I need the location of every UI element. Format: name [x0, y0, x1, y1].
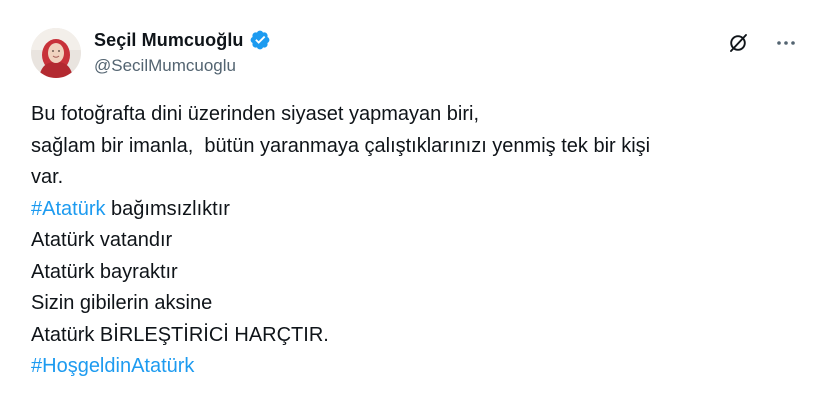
hashtag-link-hosgeldinataturk[interactable]: #HoşgeldinAtatürk — [31, 355, 194, 377]
tweet-line-7: Sizin gibilerin aksine — [31, 292, 213, 314]
verified-badge-icon — [249, 29, 271, 51]
tweet-line-3: var. — [31, 166, 64, 188]
tweet-line-5: Atatürk vatandır — [31, 229, 173, 251]
more-icon — [777, 41, 795, 45]
tweet-line-1: Bu fotoğrafta dini üzerinden siyaset yap… — [31, 103, 480, 125]
grok-icon — [730, 34, 747, 52]
grok-button[interactable] — [721, 26, 755, 60]
author-display-name[interactable]: Seçil Mumcuoğlu — [94, 30, 244, 51]
hashtag-link-ataturk[interactable]: #Atatürk — [31, 198, 105, 220]
tweet-line-6: Atatürk bayraktır — [31, 260, 178, 283]
author-handle[interactable]: @SecilMumcuoglu — [94, 56, 236, 76]
tweet-actions — [721, 26, 803, 60]
tweet-line-4: #Atatürk bağımsızlıktır — [31, 197, 230, 220]
more-button[interactable] — [769, 26, 803, 60]
tweet-line-8: Atatürk BİRLEŞTİRİCİ HARÇTIR. — [31, 323, 329, 346]
avatar-image — [31, 28, 81, 78]
tweet-text: Bu fotoğrafta dini üzerinden siyaset yap… — [31, 99, 811, 383]
tweet-card: Seçil Mumcuoğlu @SecilMumcuoglu Bu fotoğ… — [0, 0, 839, 401]
avatar[interactable] — [31, 28, 81, 78]
tweet-line-2: sağlam bir imanla, bütün yaranmaya çalış… — [31, 134, 651, 157]
author-name-row: Seçil Mumcuoğlu — [94, 28, 271, 52]
tweet-line-9: #HoşgeldinAtatürk — [31, 351, 811, 383]
